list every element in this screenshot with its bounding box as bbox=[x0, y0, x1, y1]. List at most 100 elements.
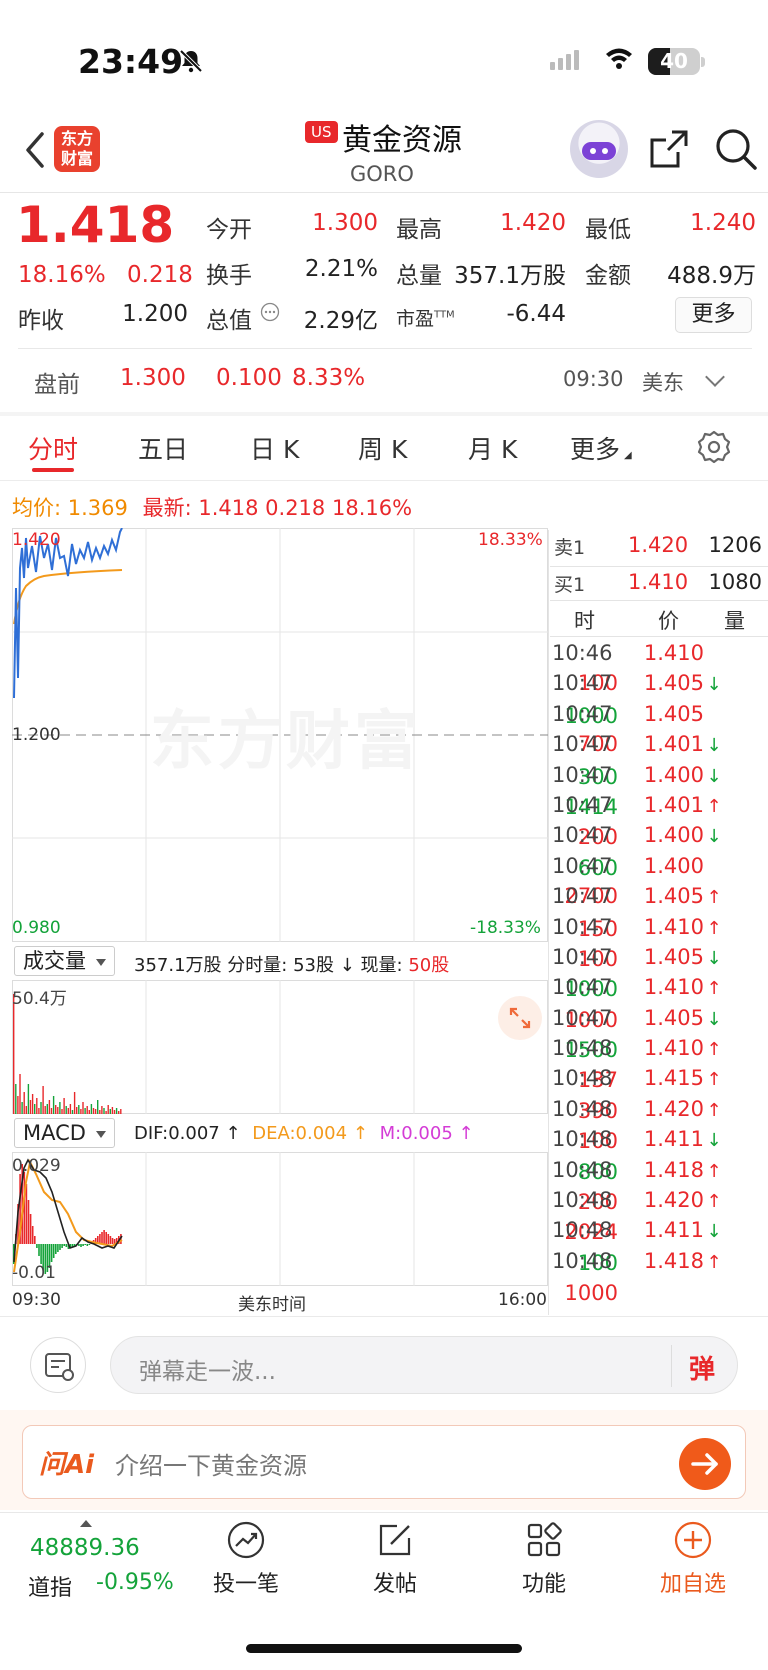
danmu-input[interactable]: 弹幕走一波... 弹 bbox=[110, 1336, 738, 1394]
trade-row: 10:47 1.405 ↓1000 bbox=[552, 668, 766, 727]
trade-row: 10:48 1.420 ↑100 bbox=[552, 1094, 766, 1153]
volume-bar bbox=[92, 1108, 95, 1114]
trade-price: 1.410 bbox=[643, 641, 704, 665]
edit-icon bbox=[379, 1524, 411, 1556]
volume-label: 总量 bbox=[396, 263, 442, 289]
more-dots-icon[interactable] bbox=[260, 302, 280, 322]
macd-bar bbox=[59, 1244, 61, 1250]
share-icon[interactable] bbox=[648, 128, 690, 170]
prev-close-label: 昨收 bbox=[18, 308, 64, 334]
macd-bar bbox=[31, 1226, 34, 1244]
ai-ask-box[interactable]: 问Ai 介绍一下黄金资源 bbox=[22, 1425, 746, 1499]
trade-time: 10:47 bbox=[552, 975, 613, 1000]
trade-price: 1.410 bbox=[643, 1036, 704, 1061]
divider bbox=[671, 1345, 672, 1387]
latest-change: 0.218 bbox=[265, 496, 326, 520]
back-icon[interactable] bbox=[20, 130, 52, 170]
tab-monthly-k[interactable]: 月 K bbox=[468, 430, 517, 466]
trade-time: 10:48 bbox=[552, 1127, 613, 1152]
nav-functions-button[interactable]: 功能 bbox=[469, 1520, 619, 1598]
tab-intraday[interactable]: 分时 bbox=[28, 430, 78, 466]
danmu-toggle-button[interactable]: 弹 bbox=[689, 1349, 715, 1386]
divider bbox=[0, 480, 768, 481]
trades-list[interactable]: 10:46 1.410100 10:47 1.405 ↓1000 10:47 1.40570… bbox=[552, 638, 766, 1305]
premarket-label: 盘前 bbox=[34, 372, 80, 398]
danmu-settings-button[interactable] bbox=[30, 1337, 86, 1393]
battery-level: 40 bbox=[660, 49, 688, 73]
ai-send-button[interactable] bbox=[679, 1438, 731, 1490]
macd-bar bbox=[63, 1244, 65, 1246]
trade-row: 10:47 1.400 ↓1414 bbox=[552, 760, 766, 819]
macd-bar bbox=[27, 1200, 30, 1244]
gear-icon[interactable] bbox=[697, 430, 731, 464]
nav-invest-button[interactable]: 投一笔 bbox=[171, 1520, 321, 1598]
market-cap-label: 总值 bbox=[206, 308, 252, 334]
volume-total: 357.1万股 bbox=[134, 955, 222, 976]
trade-time: 10:48 bbox=[552, 1248, 613, 1273]
minute-volume-value: 53股 bbox=[293, 955, 334, 976]
tab-more[interactable]: 更多 ◢ bbox=[570, 430, 632, 466]
avg-value: 1.369 bbox=[67, 496, 128, 520]
trade-price: 1.405 bbox=[643, 701, 704, 726]
index-name[interactable]: 道指 bbox=[28, 1570, 72, 1602]
divider bbox=[0, 412, 768, 416]
trade-price: 1.400 bbox=[643, 762, 704, 787]
volume-chart[interactable] bbox=[12, 980, 548, 1114]
volume-bar bbox=[94, 1109, 97, 1114]
minute-volume-label: 分时量: bbox=[227, 955, 288, 976]
volume-selector[interactable]: 成交量 bbox=[14, 946, 115, 976]
open-label: 今开 bbox=[206, 217, 252, 243]
divider bbox=[0, 1316, 768, 1317]
trades-header-price: 价 bbox=[658, 609, 679, 633]
divider bbox=[550, 566, 768, 567]
trade-time: 10:47 bbox=[552, 853, 613, 878]
chevron-down-icon[interactable] bbox=[705, 367, 725, 387]
trade-price: 1.405 bbox=[643, 884, 704, 909]
timezone-select[interactable]: 美东 bbox=[642, 367, 684, 397]
tab-weekly-k[interactable]: 周 K bbox=[358, 430, 407, 466]
turnover-value: 2.21% bbox=[304, 256, 378, 282]
macd-chart[interactable] bbox=[12, 1152, 548, 1286]
trade-price: 1.400 bbox=[643, 853, 704, 878]
volume-bar bbox=[103, 1108, 105, 1114]
danmu-placeholder: 弹幕走一波... bbox=[139, 1359, 276, 1385]
volume-bars bbox=[13, 994, 122, 1114]
index-value[interactable]: 48889.36 bbox=[30, 1535, 140, 1561]
macd-histogram bbox=[13, 1164, 122, 1274]
app-logo[interactable]: 东方财富 bbox=[54, 126, 100, 172]
trade-price: 1.420 bbox=[643, 1096, 704, 1121]
ai-logo: 问Ai bbox=[39, 1450, 95, 1480]
trade-arrow: ↑ bbox=[706, 1099, 722, 1121]
ai-robot-avatar[interactable] bbox=[570, 120, 628, 178]
trade-row: 10:47 1.405 ↓1000 bbox=[552, 942, 766, 1001]
indicator-selector[interactable]: MACD bbox=[14, 1118, 115, 1148]
watermark: 东方财富 bbox=[150, 705, 422, 779]
trade-arrow: ↓ bbox=[706, 947, 722, 969]
nav-add-watchlist-label: 加自选 bbox=[659, 1572, 726, 1597]
volume-bar bbox=[15, 1084, 17, 1114]
trade-arrow: ↑ bbox=[706, 1039, 722, 1061]
tab-five-day[interactable]: 五日 bbox=[138, 430, 188, 466]
divider bbox=[0, 1512, 768, 1513]
trade-arrow: ↓ bbox=[706, 1221, 722, 1243]
nav-post-button[interactable]: 发帖 bbox=[320, 1520, 470, 1598]
expand-button[interactable] bbox=[498, 996, 542, 1040]
chart-bottom-pct: -18.33% bbox=[470, 918, 541, 938]
volume-bar bbox=[120, 1109, 122, 1114]
nav-add-watchlist-button[interactable]: 加自选 bbox=[618, 1520, 768, 1598]
volume-bar bbox=[67, 1108, 69, 1114]
trade-time: 10:48 bbox=[552, 1066, 613, 1091]
trade-price: 1.411 bbox=[643, 1127, 704, 1152]
latest-label: 最新: bbox=[142, 496, 192, 520]
home-indicator[interactable] bbox=[246, 1644, 522, 1653]
macd-bar bbox=[80, 1244, 82, 1247]
volume-bar bbox=[115, 1108, 118, 1114]
trade-arrow: ↑ bbox=[706, 1251, 722, 1273]
trade-arrow: ↑ bbox=[706, 917, 722, 939]
latest-value: 1.418 bbox=[198, 496, 259, 520]
trade-arrow: ↓ bbox=[706, 674, 722, 696]
search-icon[interactable] bbox=[714, 127, 758, 171]
more-button[interactable]: 更多 bbox=[675, 297, 752, 333]
last-price: 1.418 bbox=[16, 196, 175, 254]
tab-daily-k[interactable]: 日 K bbox=[250, 430, 299, 466]
